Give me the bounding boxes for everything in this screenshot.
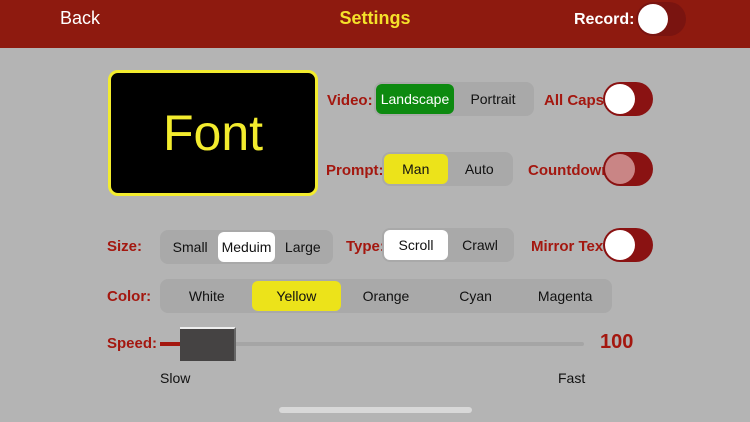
color-white[interactable]: White <box>162 281 252 311</box>
size-medium[interactable]: Meduim <box>218 232 275 262</box>
type-crawl[interactable]: Crawl <box>448 230 512 260</box>
size-label: Size: <box>107 238 143 255</box>
mirror-text-toggle[interactable] <box>603 228 653 262</box>
color-cyan[interactable]: Cyan <box>431 281 521 311</box>
speed-slider-fill <box>160 342 182 346</box>
color-orange[interactable]: Orange <box>341 281 431 311</box>
speed-max-label: Fast <box>558 370 586 386</box>
size-large[interactable]: Large <box>275 232 331 262</box>
video-landscape[interactable]: Landscape <box>376 84 454 114</box>
all-caps-label: All Caps: <box>544 92 610 109</box>
mirror-text-label: Mirror Text: <box>531 238 614 255</box>
prompt-segmented-control: Man Auto <box>382 152 513 186</box>
size-small[interactable]: Small <box>162 232 218 262</box>
video-portrait[interactable]: Portrait <box>454 84 532 114</box>
speed-min-label: Slow <box>160 370 191 386</box>
color-segmented-control: White Yellow Orange Cyan Magenta <box>160 279 612 313</box>
prompt-man[interactable]: Man <box>384 154 448 184</box>
speed-slider-thumb[interactable] <box>180 327 236 361</box>
record-toggle[interactable] <box>636 2 686 36</box>
type-label: Type: <box>346 238 385 255</box>
font-preview: Font <box>108 70 318 196</box>
speed-label: Speed: <box>107 335 158 352</box>
color-label: Color: <box>107 288 152 305</box>
size-segmented-control: Small Meduim Large <box>160 230 333 264</box>
record-label: Record: <box>574 11 635 28</box>
all-caps-toggle[interactable] <box>603 82 653 116</box>
prompt-label: Prompt: <box>326 162 384 179</box>
home-indicator <box>279 407 472 413</box>
countdown-toggle[interactable] <box>603 152 653 186</box>
video-label: Video: <box>327 92 373 109</box>
type-scroll[interactable]: Scroll <box>384 230 448 260</box>
prompt-auto[interactable]: Auto <box>448 154 512 184</box>
video-segmented-control: Landscape Portrait <box>374 82 534 116</box>
type-segmented-control: Scroll Crawl <box>382 228 514 262</box>
speed-value: 100 <box>600 331 634 353</box>
color-yellow[interactable]: Yellow <box>251 281 342 311</box>
color-magenta[interactable]: Magenta <box>520 281 610 311</box>
